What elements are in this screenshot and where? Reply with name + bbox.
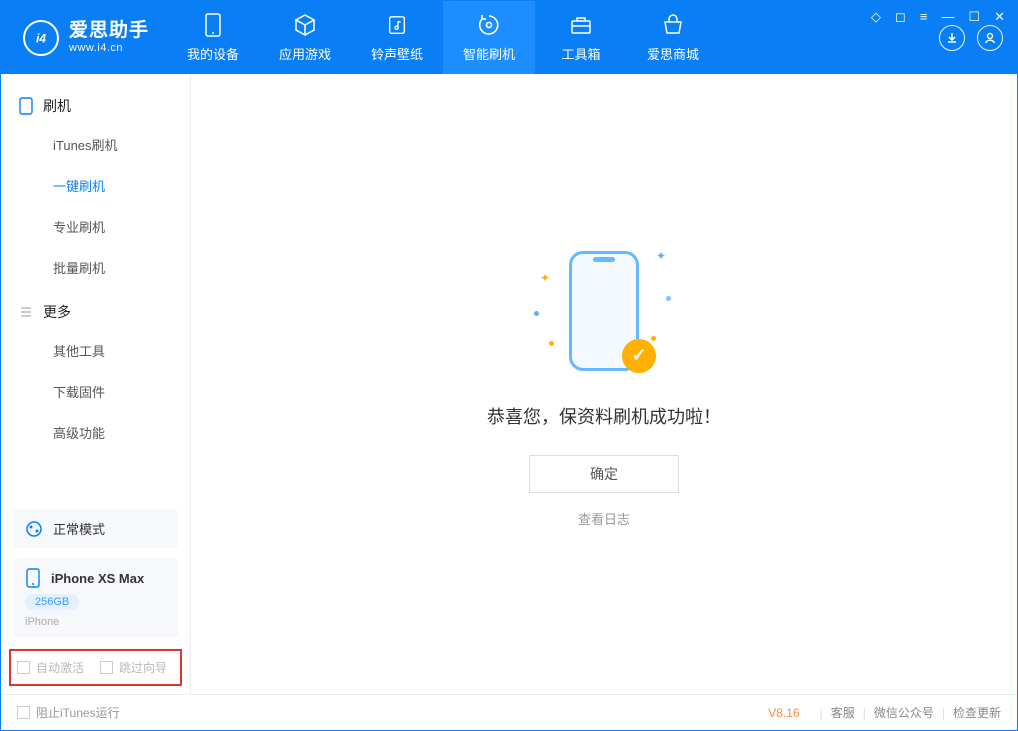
music-icon — [384, 12, 410, 38]
device-capacity: 256GB — [25, 594, 79, 610]
app-header: ◇ ◻ ≡ — ☐ ✕ i4 爱思助手 www.i4.cn 我的设备 应用游戏 … — [1, 1, 1017, 74]
checkbox-icon — [17, 706, 30, 719]
wechat-link[interactable]: 微信公众号 — [874, 704, 934, 721]
dot-icon — [651, 336, 656, 341]
sidebar-section-flash: 刷机 — [1, 88, 190, 124]
section-label: 更多 — [43, 302, 71, 322]
device-card[interactable]: iPhone XS Max 256GB iPhone — [13, 558, 178, 638]
tab-label: 我的设备 — [187, 44, 239, 63]
skin-icon[interactable]: ◇ — [871, 9, 881, 25]
mode-icon — [25, 520, 43, 538]
tab-label: 应用游戏 — [279, 44, 331, 63]
support-link[interactable]: 客服 — [831, 704, 855, 721]
device-type: iPhone — [25, 616, 166, 628]
maximize-icon[interactable]: ☐ — [968, 9, 980, 25]
body-area: 刷机 iTunes刷机 一键刷机 专业刷机 批量刷机 更多 其他工具 下载固件 … — [1, 74, 1017, 694]
phone-small-icon — [25, 568, 41, 588]
checkbox-auto-activate[interactable]: 自动激活 — [17, 659, 84, 676]
status-mode-label: 正常模式 — [53, 519, 105, 538]
tab-apps[interactable]: 应用游戏 — [259, 1, 351, 74]
tab-ringtone[interactable]: 铃声壁纸 — [351, 1, 443, 74]
tab-label: 工具箱 — [562, 44, 601, 63]
sidebar-item-itunes[interactable]: iTunes刷机 — [1, 124, 190, 165]
toolbox-icon — [568, 12, 594, 38]
tab-label: 铃声壁纸 — [371, 44, 423, 63]
sidebar-item-pro[interactable]: 专业刷机 — [1, 206, 190, 247]
svg-text:i4: i4 — [36, 31, 46, 45]
update-link[interactable]: 检查更新 — [953, 704, 1001, 721]
checkbox-label: 自动激活 — [36, 659, 84, 676]
version-label: V8.16 — [768, 706, 799, 720]
list-icon — [19, 305, 33, 319]
dot-icon — [549, 341, 554, 346]
tab-device[interactable]: 我的设备 — [167, 1, 259, 74]
checkbox-label: 跳过向导 — [119, 659, 167, 676]
feedback-icon[interactable]: ◻ — [895, 9, 906, 25]
highlighted-options: 自动激活 跳过向导 — [9, 649, 182, 686]
checkbox-skip-guide[interactable]: 跳过向导 — [100, 659, 167, 676]
refresh-icon — [476, 12, 502, 38]
sidebar-item-advanced[interactable]: 高级功能 — [1, 412, 190, 453]
success-illustration: ✦ ✦ ✓ — [534, 241, 674, 381]
device-icon — [19, 97, 33, 115]
app-title: 爱思助手 — [69, 21, 149, 42]
logo-icon: i4 — [23, 20, 59, 56]
tab-flash[interactable]: 智能刷机 — [443, 1, 535, 74]
dot-icon — [666, 296, 671, 301]
tab-store[interactable]: 爱思商城 — [627, 1, 719, 74]
sidebar: 刷机 iTunes刷机 一键刷机 专业刷机 批量刷机 更多 其他工具 下载固件 … — [1, 74, 191, 694]
tab-label: 智能刷机 — [463, 44, 515, 63]
success-message: 恭喜您，保资料刷机成功啦！ — [487, 403, 721, 429]
store-icon — [660, 12, 686, 38]
minimize-icon[interactable]: — — [941, 9, 954, 25]
check-badge-icon: ✓ — [622, 339, 656, 373]
menu-icon[interactable]: ≡ — [920, 9, 928, 25]
sidebar-section-more: 更多 — [1, 294, 190, 330]
sparkle-icon: ✦ — [656, 249, 666, 263]
checkbox-icon — [100, 661, 113, 674]
app-subtitle: www.i4.cn — [69, 42, 149, 54]
logo-area: i4 爱思助手 www.i4.cn — [1, 1, 167, 74]
sparkle-icon: ✦ — [540, 271, 550, 285]
phone-icon — [200, 12, 226, 38]
checkbox-icon — [17, 661, 30, 674]
checkbox-block-itunes[interactable]: 阻止iTunes运行 — [17, 704, 120, 721]
close-icon[interactable]: ✕ — [994, 9, 1005, 25]
ok-button[interactable]: 确定 — [529, 455, 679, 493]
sidebar-item-oneclick[interactable]: 一键刷机 — [1, 165, 190, 206]
tab-label: 爱思商城 — [647, 44, 699, 63]
dot-icon — [534, 311, 539, 316]
user-icon[interactable] — [977, 25, 1003, 51]
main-content: ✦ ✦ ✓ 恭喜您，保资料刷机成功啦！ 确定 查看日志 — [191, 74, 1017, 694]
footer: 阻止iTunes运行 V8.16 | 客服 | 微信公众号 | 检查更新 — [1, 694, 1017, 730]
sidebar-item-batch[interactable]: 批量刷机 — [1, 247, 190, 288]
tab-toolbox[interactable]: 工具箱 — [535, 1, 627, 74]
status-mode-card[interactable]: 正常模式 — [13, 509, 178, 548]
window-controls: ◇ ◻ ≡ — ☐ ✕ — [871, 9, 1005, 25]
sidebar-item-other[interactable]: 其他工具 — [1, 330, 190, 371]
view-log-link[interactable]: 查看日志 — [578, 509, 630, 528]
main-tabs: 我的设备 应用游戏 铃声壁纸 智能刷机 工具箱 爱思商城 — [167, 1, 719, 74]
download-icon[interactable] — [939, 25, 965, 51]
cube-icon — [292, 12, 318, 38]
device-name: iPhone XS Max — [51, 571, 144, 586]
section-label: 刷机 — [43, 96, 71, 116]
checkbox-label: 阻止iTunes运行 — [36, 704, 120, 721]
sidebar-item-firmware[interactable]: 下载固件 — [1, 371, 190, 412]
